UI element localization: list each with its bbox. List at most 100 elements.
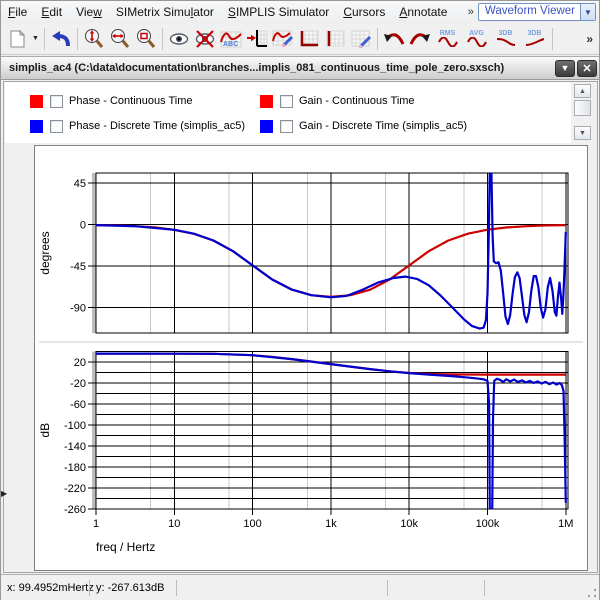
phase-y-tick-label: -90 [70, 302, 86, 314]
splitter-collapse-icon[interactable]: ▶ [1, 487, 10, 500]
grid-pencil-icon [349, 28, 373, 50]
gain-y-tick-label: -260 [64, 504, 86, 516]
phase-chart-box [96, 173, 568, 333]
undo-button[interactable] [48, 26, 74, 52]
legend-item-phase-continuous: Phase - Continuous Time [30, 94, 193, 108]
avg-button[interactable]: AVG [462, 26, 491, 52]
avg-label: AVG [469, 30, 484, 37]
edit-grid-button[interactable] [348, 26, 374, 52]
combo-dropdown-icon[interactable]: ▼ [580, 4, 595, 20]
viewer-mode-combobox[interactable]: Waveform Viewer ▼ [478, 3, 596, 21]
status-bar: x: 99.4952mHertz y: -267.613dB [1, 574, 599, 600]
zoom-fit-y-button[interactable] [81, 26, 107, 52]
zoom-box-button[interactable] [133, 26, 159, 52]
plot-content-area: Phase - Continuous Time Phase - Discrete… [3, 81, 598, 573]
curve-legend: Phase - Continuous Time Phase - Discrete… [5, 82, 571, 143]
x-axis-title: freq / Hertz [96, 540, 155, 554]
gain-y-tick-label: 20 [74, 357, 86, 369]
phase-axis-spine [92, 173, 96, 333]
zoom-fit-x-button[interactable] [107, 26, 133, 52]
add-vertical-axis-button[interactable] [322, 26, 348, 52]
curve-color-swatch [30, 95, 43, 108]
curve-legend-label: Gain - Discrete Time (simplis_ac5) [299, 120, 467, 132]
arrow-to-axis-icon [245, 28, 269, 50]
chart-panel[interactable]: 450-45-90degrees20-20-60-100-140-180-220… [34, 145, 588, 571]
menu-edit[interactable]: Edit [34, 3, 69, 21]
status-divider [484, 580, 485, 596]
x-tick-label: 100k [476, 518, 500, 530]
status-divider [387, 580, 388, 596]
curve-arrow-right-icon [408, 29, 432, 49]
toolbar-separator [44, 28, 45, 50]
curve-select-checkbox[interactable] [280, 95, 293, 108]
viewer-mode-value: Waveform Viewer [479, 4, 580, 20]
gain-y-tick-label: -100 [64, 420, 86, 432]
status-divider [176, 580, 177, 596]
rms-button[interactable]: RMS [433, 26, 462, 52]
add-axis-button[interactable] [296, 26, 322, 52]
legend-item-gain-continuous: Gain - Continuous Time [260, 94, 415, 108]
vertical-axis-grid-icon [323, 28, 347, 50]
scroll-up-icon[interactable]: ▲ [574, 84, 591, 98]
menubar: File Edit View SIMetrix Simulator SIMPLI… [1, 1, 599, 23]
toolbar-separator [162, 28, 163, 50]
3db-low-button[interactable]: 3DB [491, 26, 520, 52]
gain-y-tick-label: -140 [64, 441, 86, 453]
phase-axis-title: degrees [38, 231, 52, 274]
scroll-down-icon[interactable]: ▼ [574, 126, 591, 140]
tab-close-button[interactable]: ✕ [577, 60, 597, 77]
menu-simplis-simulator[interactable]: SIMPLIS Simulator [221, 3, 336, 21]
curve-color-swatch [260, 95, 273, 108]
plot-tab-bar: simplis_ac4 (C:\data\documentation\branc… [1, 56, 599, 80]
x-tick-label: 1M [558, 518, 573, 530]
curve-legend-label: Phase - Continuous Time [69, 95, 193, 107]
curve-select-checkbox[interactable] [50, 95, 63, 108]
resize-grip[interactable] [587, 588, 597, 598]
new-page-icon [7, 29, 27, 49]
annotate-curve-button[interactable]: ABC [218, 26, 244, 52]
edit-curve-button[interactable] [270, 26, 296, 52]
curve-select-checkbox[interactable] [280, 120, 293, 133]
scrollbar-thumb[interactable] [574, 100, 591, 116]
phase-y-tick-label: -45 [70, 261, 86, 273]
curve-pencil-icon [271, 28, 295, 50]
svg-text:ABC: ABC [223, 41, 238, 48]
gain-axis-title: dB [38, 423, 52, 438]
legend-item-phase-discrete: Phase - Discrete Time (simplis_ac5) [30, 119, 245, 133]
bode-plot-svg: 450-45-90degrees20-20-60-100-140-180-220… [35, 146, 587, 570]
undo-icon [50, 28, 72, 50]
3db-high-button[interactable]: 3DB [520, 26, 549, 52]
menu-cursors[interactable]: Cursors [336, 3, 392, 21]
menu-file[interactable]: File [1, 3, 34, 21]
phase-y-tick-label: 45 [74, 178, 86, 190]
new-plot-dropdown-icon[interactable]: ▼ [30, 26, 41, 52]
toolbar-separator [377, 28, 378, 50]
hide-curve-button[interactable] [192, 26, 218, 52]
toolbar: ▼ [1, 23, 599, 55]
curve-select-checkbox[interactable] [50, 120, 63, 133]
phase-y-tick-label: 0 [80, 220, 86, 232]
cursor-x-readout: x: 99.4952mHertz [1, 582, 89, 594]
x-tick-label: 1k [325, 518, 337, 530]
tab-list-dropdown-button[interactable]: ▼ [555, 60, 575, 77]
waveform-viewer-window: File Edit View SIMetrix Simulator SIMPLI… [0, 0, 600, 600]
menubar-overflow-chevron[interactable]: » [464, 6, 478, 18]
gain-y-tick-label: -180 [64, 462, 86, 474]
plot-tab-title: simplis_ac4 (C:\data\documentation\branc… [1, 62, 555, 74]
previous-peak-button[interactable] [381, 26, 407, 52]
toolbar-overflow-chevron[interactable]: » [586, 32, 593, 46]
menu-simetrix-simulator[interactable]: SIMetrix Simulator [109, 3, 221, 21]
move-curve-to-axis-button[interactable] [244, 26, 270, 52]
next-peak-button[interactable] [407, 26, 433, 52]
x-tick-label: 1 [93, 518, 99, 530]
legend-scrollbar[interactable]: ▲ ▼ [574, 84, 591, 141]
new-plot-button[interactable] [4, 26, 30, 52]
menu-annotate[interactable]: Annotate [392, 3, 454, 21]
3db-low-label: 3DB [498, 30, 512, 37]
curve-legend-label: Phase - Discrete Time (simplis_ac5) [69, 120, 245, 132]
show-curve-button[interactable] [166, 26, 192, 52]
toolbar-separator [552, 28, 553, 50]
eye-icon [168, 28, 190, 50]
cursor-y-readout: y: -267.613dB [90, 582, 176, 594]
menu-view[interactable]: View [69, 3, 109, 21]
